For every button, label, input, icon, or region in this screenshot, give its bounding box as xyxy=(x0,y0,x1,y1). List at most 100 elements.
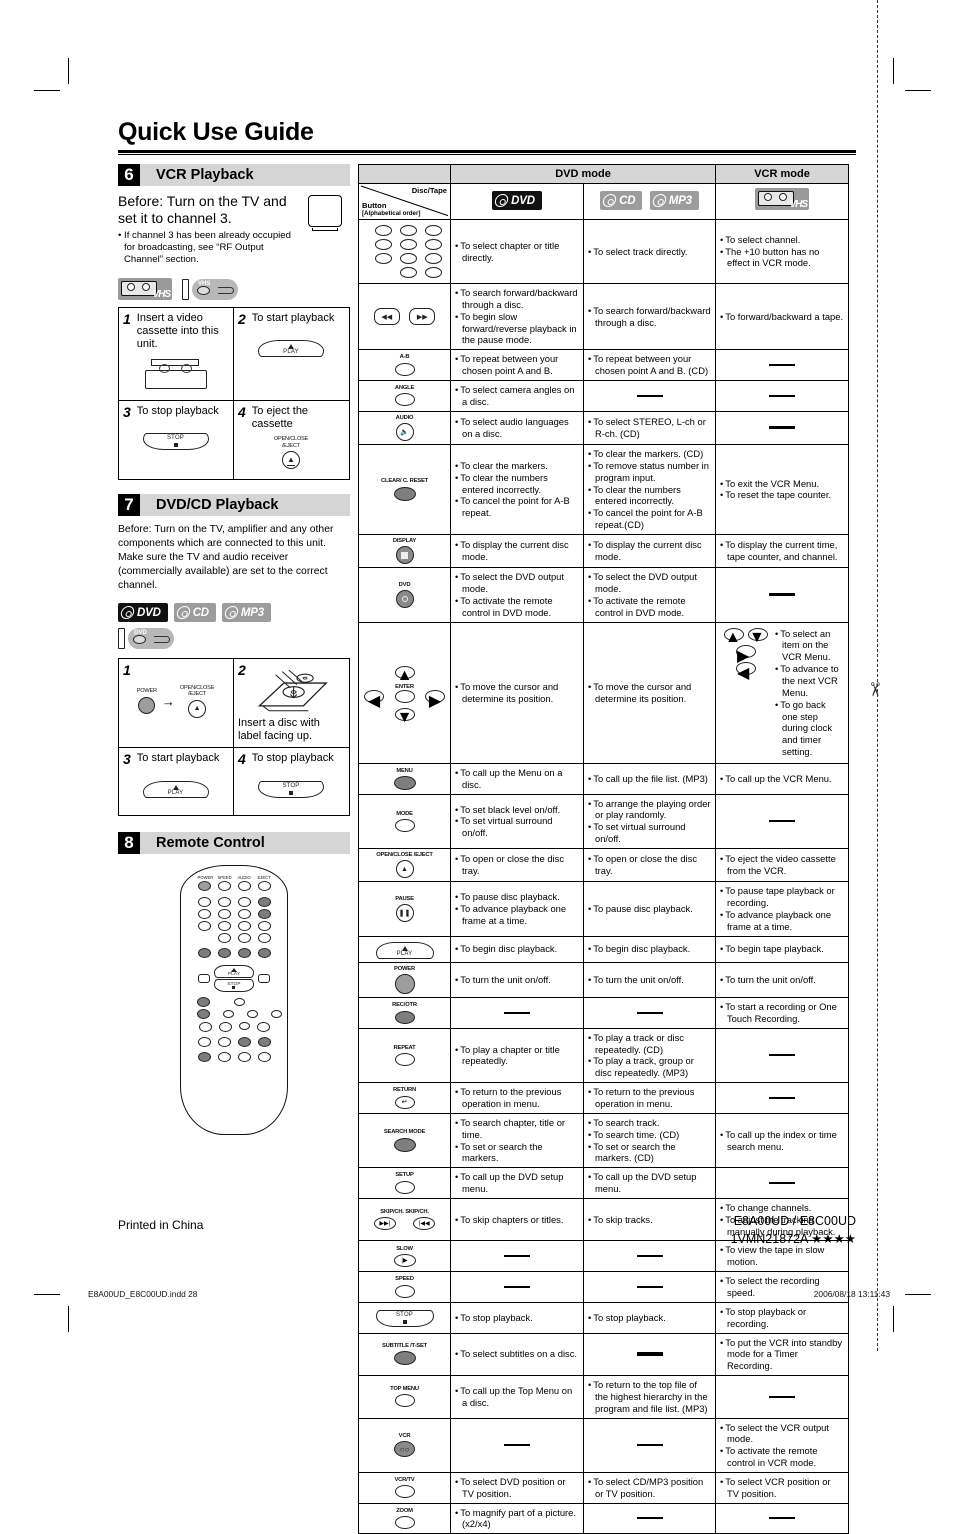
remote-key-top-menu[interactable] xyxy=(218,1022,232,1033)
remote-key-cursor-down[interactable] xyxy=(238,1022,250,1031)
remote-key-cursor-left[interactable] xyxy=(223,1010,234,1019)
play-button-icon: PLAY xyxy=(123,767,228,811)
vcr-cell-empty xyxy=(715,567,849,623)
cd-cell: To repeat between your chosen point A an… xyxy=(583,349,716,381)
page-title: Quick Use Guide xyxy=(118,118,314,146)
remote-key-plus10[interactable] xyxy=(237,933,251,944)
button-cell-stop: STOP xyxy=(358,1301,451,1334)
vcr-cell-empty xyxy=(715,1375,849,1419)
cd-cell: To search track.To search time. (CD)To s… xyxy=(583,1112,716,1169)
remote-key-vcr-tv[interactable] xyxy=(257,921,271,932)
dvd-cell: To call up the Top Menu on a disc. xyxy=(450,1375,584,1419)
vcr-cell: To select channel.The +10 button has no … xyxy=(715,219,849,284)
remote-key-9[interactable] xyxy=(237,921,251,932)
eject-button-icon: ▲ xyxy=(188,699,207,718)
remote-key-2[interactable] xyxy=(217,897,231,908)
remote-key-stop[interactable]: STOP xyxy=(214,979,254,993)
button-cell-search-buttons: ◀◀ ▶▶ xyxy=(358,282,451,351)
remote-key-pause[interactable] xyxy=(257,948,271,959)
remote-key-vcr[interactable] xyxy=(217,948,231,959)
remote-key-rec-otr[interactable] xyxy=(197,997,210,1008)
remote-key-menu[interactable] xyxy=(197,1009,210,1020)
vcr-cell-empty xyxy=(715,1082,849,1114)
remote-key-speed[interactable] xyxy=(217,881,231,892)
remote-key-7[interactable] xyxy=(197,921,211,932)
vcr-cell-empty xyxy=(715,793,849,849)
remote-row-numbers-1 xyxy=(181,897,287,908)
remote-key-setup[interactable] xyxy=(198,1022,212,1033)
remote-key-cursor-up[interactable] xyxy=(234,998,245,1007)
remote-key-play[interactable]: PLAY xyxy=(214,965,254,979)
header-dvd-mode: DVD mode xyxy=(450,164,716,184)
vcr-cell-empty xyxy=(715,349,849,381)
remote-key-power[interactable] xyxy=(197,881,211,892)
remote-key-fast-forward[interactable] xyxy=(258,974,270,984)
remote-key-rewind[interactable] xyxy=(198,974,210,984)
remote-key-3[interactable] xyxy=(237,897,251,908)
corner-label-button: Button xyxy=(362,201,387,210)
remote-key-skip-ch-down[interactable] xyxy=(257,909,271,920)
remote-key-zoom[interactable] xyxy=(217,1037,231,1048)
table-header-modes: DVD mode VCR mode xyxy=(358,164,849,184)
remote-key-repeat[interactable] xyxy=(237,1052,251,1063)
cd-cell: To return to the previous operation in m… xyxy=(583,1082,716,1114)
part-number: 1VMN21872A ★★★★ xyxy=(730,1232,856,1247)
remote-key-clear-creset[interactable] xyxy=(257,1037,271,1048)
dvd-cell: To select audio languages on a disc. xyxy=(450,410,584,445)
dvd-cell: To clear the markers.To clear the number… xyxy=(450,443,584,535)
remote-row-modes xyxy=(181,948,287,959)
remote-key-slow[interactable] xyxy=(257,933,271,944)
table-row: SEARCH MODE To search chapter, title or … xyxy=(358,1112,849,1169)
remote-key-display[interactable] xyxy=(197,948,211,959)
vcr-step-2-number: 2 xyxy=(238,311,246,328)
table-row: MODE To set black level on/off.To set vi… xyxy=(358,793,849,849)
play-button-icon: PLAY xyxy=(238,327,344,371)
remote-key-4[interactable] xyxy=(197,909,211,920)
vcr-cell: To display the current time, tape counte… xyxy=(715,533,849,569)
remote-key-enter[interactable] xyxy=(247,1010,258,1019)
cd-cell: To display the current disc mode. xyxy=(583,533,716,569)
remote-key-mode[interactable] xyxy=(197,1037,211,1048)
open-close-eject-button-icon: OPEN/CLOSE /EJECT ▲ xyxy=(238,431,344,475)
dvd-step-3-text: To start playback xyxy=(136,752,220,765)
table-header-badges: Disc/Tape Button [Alphabetical order] DV… xyxy=(358,183,849,220)
remote-key-subtitle-tset[interactable] xyxy=(237,1037,251,1048)
remote-key-open-close-eject[interactable] xyxy=(257,881,271,892)
remote-key-rec-otr-wrap xyxy=(181,997,287,1008)
remote-key-ab[interactable] xyxy=(257,1052,271,1063)
button-cell-return: RETURN ↵ xyxy=(358,1082,451,1114)
remote-key-return[interactable] xyxy=(256,1022,270,1033)
remote-key-5[interactable] xyxy=(217,909,231,920)
table-row: TOP MENU To call up the Top Menu on a di… xyxy=(358,1375,849,1419)
remote-row-mode-zoom xyxy=(181,1037,287,1048)
print-file-name: E8A00UD_E8C00UD.indd 28 xyxy=(88,1289,198,1299)
dvd-step-4: 4 To stop playback STOP xyxy=(234,748,349,815)
remote-menu-enter-row xyxy=(181,1009,287,1020)
remote-key-dvd[interactable] xyxy=(237,948,251,959)
remote-key-1[interactable] xyxy=(197,897,211,908)
remote-row-numbers-3 xyxy=(181,921,287,932)
fast-forward-icon: ▶▶ xyxy=(409,308,436,326)
eject-icon: ▲ xyxy=(395,860,414,879)
remote-key-8[interactable] xyxy=(217,921,231,932)
remote-key-angle[interactable] xyxy=(217,1052,231,1063)
remote-transport-cluster: PLAY STOP xyxy=(181,965,287,993)
crop-mark-top-left-h xyxy=(34,90,60,91)
remote-key-0[interactable] xyxy=(217,933,231,944)
button-cell-setup: SETUP xyxy=(358,1167,451,1199)
section-number-6: 6 xyxy=(118,164,140,186)
vcr-reels-icon: ○○ xyxy=(394,1441,415,1458)
cd-cell-empty xyxy=(583,379,716,412)
cd-cell: To open or close the disc tray. xyxy=(583,847,716,883)
vcr-step-4-text: To eject the cassette xyxy=(251,404,309,430)
section-header-dvd-cd-playback: 7 DVD/CD Playback xyxy=(118,494,350,517)
table-row: ANGLE To select camera angles on a disc. xyxy=(358,379,849,412)
model-code-block: E8A00UD / E8C00UD 1VMN21872A ★★★★ xyxy=(731,1212,856,1248)
remote-key-audio[interactable] xyxy=(237,881,251,892)
remote-key-search-mode[interactable] xyxy=(197,1052,211,1063)
cd-cell-empty xyxy=(583,1240,716,1273)
print-timestamp: 2006/08/18 13:11:43 xyxy=(813,1289,890,1299)
remote-key-cursor-right[interactable] xyxy=(271,1010,282,1019)
remote-key-skip-ch-up[interactable] xyxy=(257,897,271,908)
remote-key-6[interactable] xyxy=(237,909,251,920)
